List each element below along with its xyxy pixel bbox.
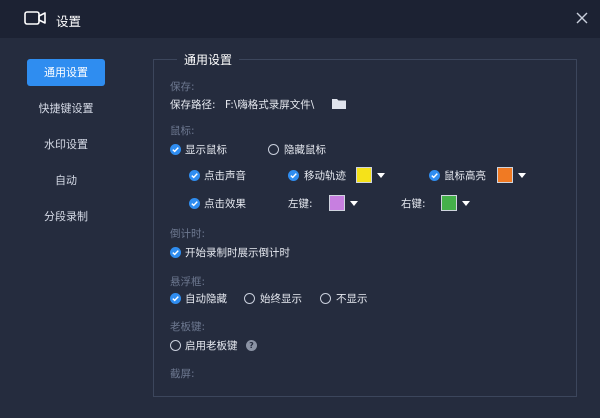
move-track-color-picker[interactable] — [356, 167, 388, 183]
hide-cursor-radio[interactable] — [268, 144, 279, 155]
sidebar-item-auto[interactable]: 自动 — [27, 167, 105, 194]
cursor-highlight-label: 鼠标高亮 — [444, 170, 486, 182]
move-track-color-swatch — [356, 167, 372, 183]
save-section-label: 保存: — [170, 81, 195, 93]
save-path-label: 保存路径: — [170, 99, 216, 111]
show-countdown-checkbox[interactable] — [170, 247, 181, 258]
cursor-highlight-color-picker[interactable] — [497, 167, 529, 183]
screenshot-section-label: 截屏: — [170, 368, 195, 380]
show-countdown-label: 开始录制时展示倒计时 — [185, 247, 290, 259]
left-key-color-picker[interactable] — [329, 195, 361, 211]
chevron-down-icon[interactable] — [515, 167, 529, 183]
left-key-label: 左键: — [288, 198, 313, 210]
click-effect-checkbox[interactable] — [189, 198, 200, 209]
move-track-label: 移动轨迹 — [304, 170, 346, 182]
click-sound-checkbox[interactable] — [189, 170, 200, 181]
chevron-down-icon[interactable] — [347, 195, 361, 211]
never-show-label: 不显示 — [336, 293, 368, 305]
auto-hide-radio[interactable] — [170, 293, 181, 304]
title-bar: 设置 — [0, 0, 600, 38]
move-track-checkbox[interactable] — [288, 170, 299, 181]
right-key-color-picker[interactable] — [441, 195, 473, 211]
right-key-color-swatch — [441, 195, 457, 211]
boss-key-section-label: 老板键: — [170, 321, 206, 333]
enable-boss-key-checkbox[interactable] — [170, 340, 181, 351]
cursor-highlight-color-swatch — [497, 167, 513, 183]
close-icon[interactable] — [574, 10, 590, 26]
always-show-label: 始终显示 — [260, 293, 302, 305]
right-key-label: 右键: — [401, 198, 426, 210]
save-path-value: F:\嗨格式录屏文件\ — [225, 99, 315, 111]
video-camera-icon — [24, 11, 46, 25]
show-cursor-label: 显示鼠标 — [185, 144, 227, 156]
help-icon[interactable]: ? — [246, 340, 257, 351]
click-sound-label: 点击声音 — [204, 170, 246, 182]
show-cursor-radio[interactable] — [170, 144, 181, 155]
sidebar-item-segment-record[interactable]: 分段录制 — [27, 203, 105, 230]
always-show-radio[interactable] — [244, 293, 255, 304]
sidebar-item-hotkeys[interactable]: 快捷键设置 — [27, 95, 105, 122]
cursor-highlight-checkbox[interactable] — [429, 170, 440, 181]
never-show-radio[interactable] — [320, 293, 331, 304]
left-key-color-swatch — [329, 195, 345, 211]
settings-content: 保存: 保存路径: F:\嗨格式录屏文件\ 鼠标: 显示鼠标 隐藏鼠标 点击声音… — [154, 66, 576, 384]
folder-icon[interactable] — [332, 98, 346, 109]
sidebar-item-watermark[interactable]: 水印设置 — [27, 131, 105, 158]
chevron-down-icon[interactable] — [374, 167, 388, 183]
window-title: 设置 — [56, 14, 82, 29]
countdown-section-label: 倒计时: — [170, 228, 206, 240]
click-effect-label: 点击效果 — [204, 198, 246, 210]
hide-cursor-label: 隐藏鼠标 — [284, 144, 326, 156]
auto-hide-label: 自动隐藏 — [185, 293, 227, 305]
floating-section-label: 悬浮框: — [170, 276, 206, 288]
chevron-down-icon[interactable] — [459, 195, 473, 211]
sidebar-item-general[interactable]: 通用设置 — [27, 59, 105, 86]
mouse-section-label: 鼠标: — [170, 125, 195, 137]
enable-boss-key-label: 启用老板键 — [185, 340, 238, 352]
